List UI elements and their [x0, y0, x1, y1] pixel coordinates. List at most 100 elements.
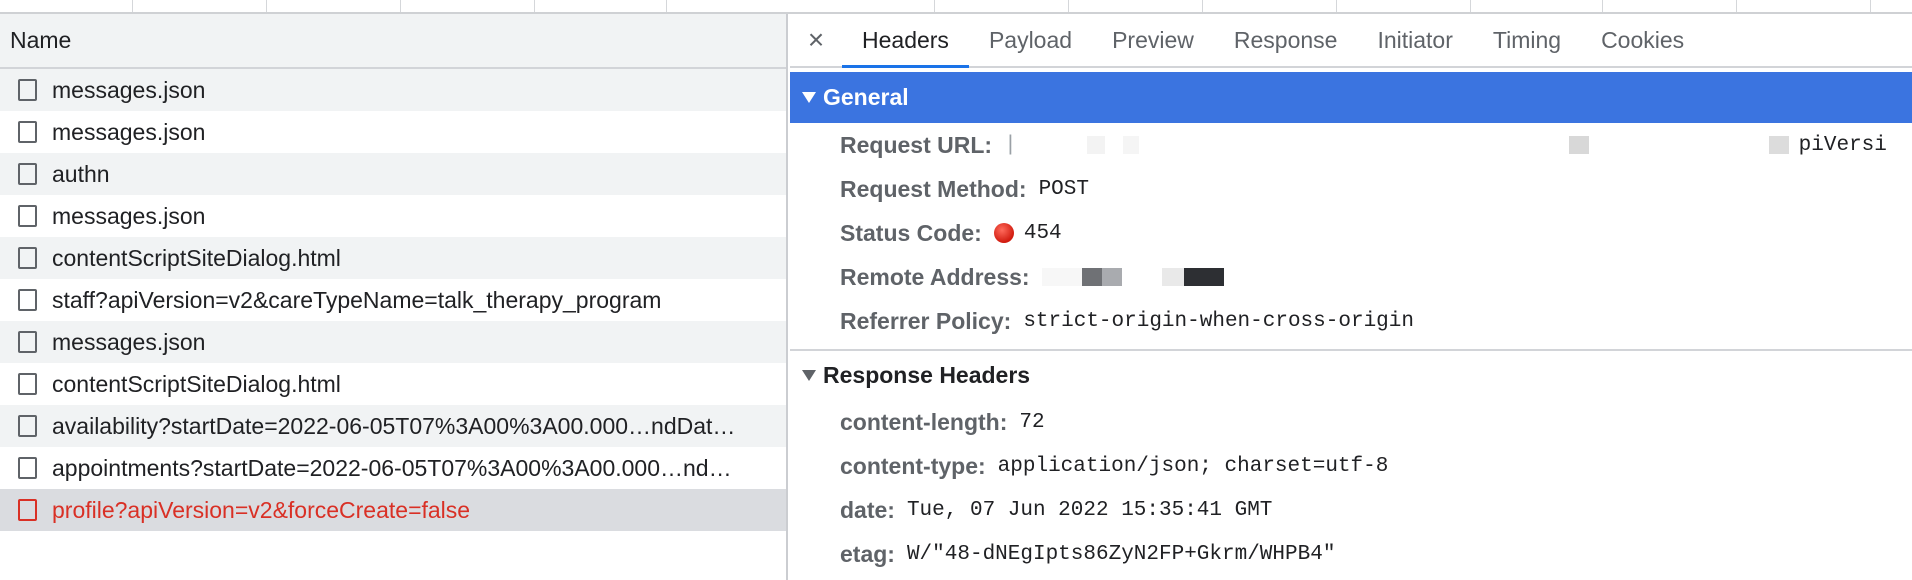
request-url-label: Request URL:: [840, 131, 993, 158]
header-key: etag:: [840, 540, 895, 567]
request-checkbox[interactable]: [18, 289, 37, 311]
response-header-row: content-length: 72: [790, 400, 1912, 444]
redacted-block: [1568, 136, 1589, 154]
tab-label: Initiator: [1377, 26, 1453, 53]
request-name: availability?startDate=2022-06-05T07%3A0…: [52, 412, 736, 439]
tab-label: Headers: [862, 26, 949, 53]
request-checkbox[interactable]: [18, 457, 37, 479]
status-error-icon: [993, 223, 1014, 243]
request-checkbox[interactable]: [18, 415, 37, 437]
request-checkbox[interactable]: [18, 331, 37, 353]
request-checkbox[interactable]: [18, 163, 37, 185]
request-list-panel: Name messages.json messages.json authn m…: [0, 14, 788, 580]
timeline-tick: [534, 0, 535, 12]
header-key: content-type:: [840, 452, 986, 479]
timeline-tick: [400, 0, 401, 12]
tab-payload[interactable]: Payload: [969, 14, 1092, 66]
request-name: staff?apiVersion=v2&careTypeName=talk_th…: [52, 286, 662, 313]
request-row-selected[interactable]: profile?apiVersion=v2&forceCreate=false: [0, 489, 786, 531]
timeline-tick: [1202, 0, 1203, 12]
header-value[interactable]: 72: [1019, 411, 1044, 434]
referrer-policy-label: Referrer Policy:: [840, 307, 1012, 334]
timeline-overview[interactable]: [0, 0, 1912, 14]
tab-label: Preview: [1112, 26, 1194, 53]
redacted-block: [1161, 268, 1184, 286]
request-row[interactable]: staff?apiVersion=v2&careTypeName=talk_th…: [0, 279, 786, 321]
remote-address-label: Remote Address:: [840, 263, 1030, 290]
request-name: authn: [52, 160, 110, 187]
header-key: date:: [840, 496, 895, 523]
redacted-block: [1768, 136, 1789, 154]
request-name: messages.json: [52, 202, 206, 229]
request-row[interactable]: availability?startDate=2022-06-05T07%3A0…: [0, 405, 786, 447]
close-icon: ×: [807, 24, 825, 55]
request-checkbox[interactable]: [18, 499, 37, 521]
redacted-block: [1183, 268, 1224, 286]
referrer-policy-value[interactable]: strict-origin-when-cross-origin: [1023, 310, 1414, 333]
request-name: contentScriptSiteDialog.html: [52, 244, 341, 271]
header-value[interactable]: application/json; charset=utf-8: [998, 455, 1389, 478]
header-value[interactable]: W/"48-dNEgIpts86ZyN2FP+Gkrm/WHPB4": [907, 543, 1335, 566]
tab-label: Cookies: [1601, 26, 1685, 53]
status-code-value[interactable]: 454: [1024, 222, 1062, 245]
header-value[interactable]: Tue, 07 Jun 2022 15:35:41 GMT: [907, 499, 1272, 522]
timeline-tick: [1870, 0, 1871, 12]
request-row[interactable]: authn: [0, 153, 786, 195]
general-section-header[interactable]: General: [790, 72, 1912, 123]
redacted-block: [1122, 136, 1139, 154]
tab-initiator[interactable]: Initiator: [1357, 14, 1472, 66]
close-details-button[interactable]: ×: [790, 14, 842, 66]
details-tab-bar: × Headers Payload Preview Response Initi…: [790, 14, 1912, 68]
request-checkbox[interactable]: [18, 205, 37, 227]
redacted-block: [1122, 268, 1162, 286]
redacted-block: [1101, 268, 1122, 286]
tab-headers[interactable]: Headers: [842, 14, 969, 68]
tab-cookies[interactable]: Cookies: [1581, 14, 1704, 66]
triangle-down-icon: [802, 92, 816, 103]
request-row[interactable]: messages.json: [0, 321, 786, 363]
general-section-title: General: [823, 84, 909, 110]
request-url-row: Request URL: | piVersi: [790, 123, 1912, 167]
request-checkbox[interactable]: [18, 79, 37, 101]
response-headers-section-header[interactable]: Response Headers: [790, 349, 1912, 400]
request-checkbox[interactable]: [18, 247, 37, 269]
name-column-label: Name: [10, 27, 72, 53]
timeline-tick: [1336, 0, 1337, 12]
request-url-prefix[interactable]: |: [1004, 134, 1017, 157]
tab-label: Payload: [988, 26, 1073, 53]
tab-response[interactable]: Response: [1214, 14, 1358, 66]
redacted-block: [1139, 136, 1569, 154]
timeline-tick: [666, 0, 667, 12]
request-name: messages.json: [52, 76, 206, 103]
tab-timing[interactable]: Timing: [1473, 14, 1581, 66]
tab-preview[interactable]: Preview: [1092, 14, 1214, 66]
response-header-row: date: Tue, 07 Jun 2022 15:35:41 GMT: [790, 488, 1912, 532]
request-details-panel: × Headers Payload Preview Response Initi…: [790, 14, 1912, 580]
request-checkbox[interactable]: [18, 373, 37, 395]
name-column-header[interactable]: Name: [0, 14, 786, 69]
response-header-row: content-type: application/json; charset=…: [790, 444, 1912, 488]
status-code-label: Status Code:: [840, 219, 982, 246]
request-name: messages.json: [52, 328, 206, 355]
request-row[interactable]: messages.json: [0, 69, 786, 111]
request-checkbox[interactable]: [18, 121, 37, 143]
request-row[interactable]: appointments?startDate=2022-06-05T07%3A0…: [0, 447, 786, 489]
request-method-value[interactable]: POST: [1039, 178, 1089, 201]
timeline-tick: [132, 0, 133, 12]
redacted-block: [1041, 268, 1082, 286]
request-row[interactable]: contentScriptSiteDialog.html: [0, 363, 786, 405]
request-name: messages.json: [52, 118, 206, 145]
status-code-row: Status Code: 454: [790, 211, 1912, 255]
request-row[interactable]: messages.json: [0, 195, 786, 237]
tab-label: Response: [1233, 26, 1338, 53]
request-row[interactable]: contentScriptSiteDialog.html: [0, 237, 786, 279]
redacted-block: [1589, 136, 1769, 154]
request-method-row: Request Method: POST: [790, 167, 1912, 211]
redacted-block: [1105, 136, 1123, 154]
request-row[interactable]: messages.json: [0, 111, 786, 153]
request-url-suffix[interactable]: piVersi: [1799, 134, 1887, 157]
header-key: content-length:: [840, 408, 1008, 435]
request-method-label: Request Method:: [840, 175, 1027, 202]
response-headers-title: Response Headers: [823, 362, 1031, 388]
redacted-block: [1086, 136, 1105, 154]
